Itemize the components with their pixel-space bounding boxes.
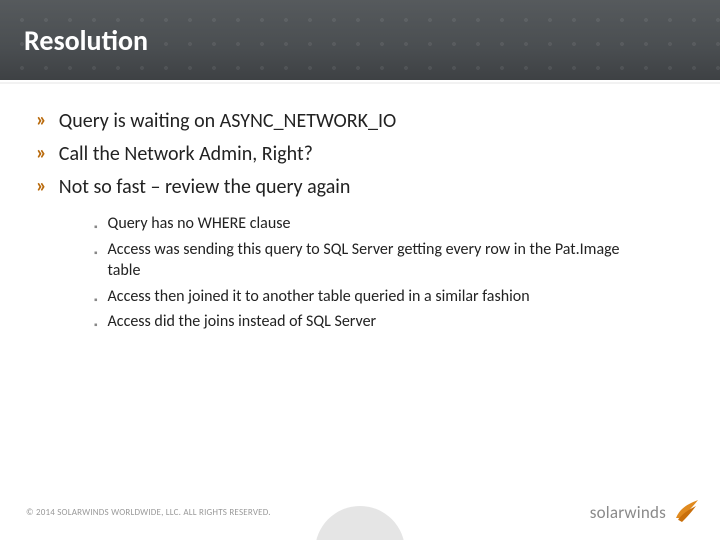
- list-item-text: Not so fast – review the query again: [59, 174, 351, 201]
- copyright-text: © 2014 SOLARWINDS WORLDWIDE, LLC. ALL RI…: [26, 507, 271, 518]
- primary-list: » Query is waiting on ASYNC_NETWORK_IO »…: [36, 108, 684, 201]
- logo-text: solarwinds: [590, 502, 666, 523]
- slide-footer: © 2014 SOLARWINDS WORLDWIDE, LLC. ALL RI…: [0, 492, 720, 540]
- square-icon: ▪: [94, 318, 98, 331]
- chevron-icon: »: [36, 174, 47, 198]
- square-icon: ▪: [94, 293, 98, 306]
- chevron-icon: »: [36, 108, 47, 132]
- square-icon: ▪: [94, 246, 98, 259]
- sub-list: ▪ Query has no WHERE clause ▪ Access was…: [94, 213, 684, 333]
- list-item: ▪ Access was sending this query to SQL S…: [94, 239, 684, 282]
- logo: solarwinds: [590, 498, 700, 526]
- chevron-icon: »: [36, 141, 47, 165]
- list-item: ▪ Query has no WHERE clause: [94, 213, 684, 235]
- slide-title: Resolution: [24, 23, 148, 58]
- square-icon: ▪: [94, 220, 98, 233]
- list-item: » Call the Network Admin, Right?: [36, 141, 684, 168]
- list-item: » Query is waiting on ASYNC_NETWORK_IO: [36, 108, 684, 135]
- list-item-text: Access did the joins instead of SQL Serv…: [108, 311, 377, 333]
- slide: Resolution » Query is waiting on ASYNC_N…: [0, 0, 720, 540]
- list-item-text: Query is waiting on ASYNC_NETWORK_IO: [59, 108, 396, 135]
- list-item-text: Access was sending this query to SQL Ser…: [108, 239, 648, 282]
- slide-header: Resolution: [0, 0, 720, 82]
- list-item-text: Call the Network Admin, Right?: [59, 141, 313, 168]
- list-item: ▪ Access did the joins instead of SQL Se…: [94, 311, 684, 333]
- slide-content: » Query is waiting on ASYNC_NETWORK_IO »…: [0, 82, 720, 333]
- list-item: » Not so fast – review the query again: [36, 174, 684, 201]
- list-item: ▪ Access then joined it to another table…: [94, 286, 684, 308]
- list-item-text: Access then joined it to another table q…: [108, 286, 530, 308]
- flame-icon: [672, 498, 700, 526]
- list-item-text: Query has no WHERE clause: [108, 213, 291, 235]
